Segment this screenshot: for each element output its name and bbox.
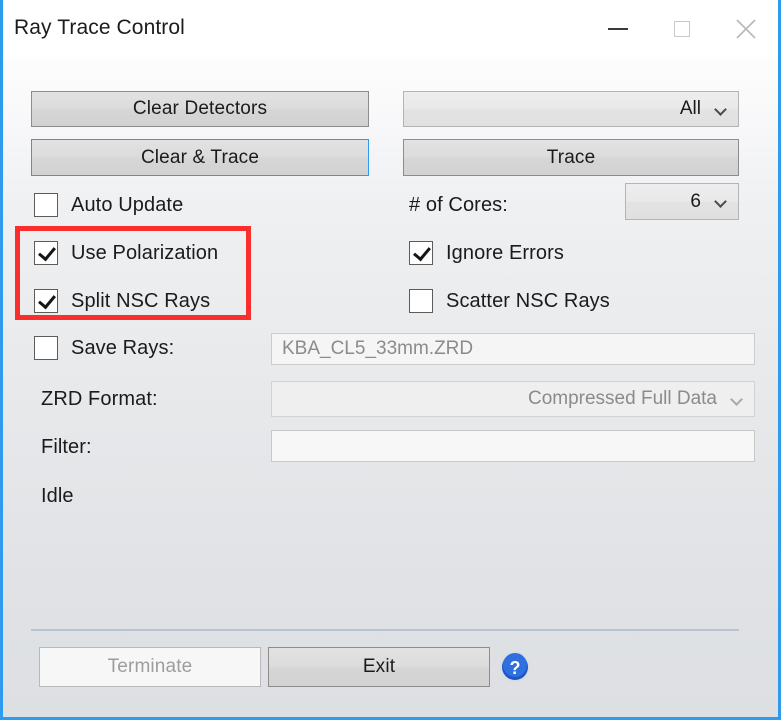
cores-dropdown[interactable]: 6 <box>625 183 739 220</box>
footer-separator <box>31 629 739 631</box>
status-text: Idle <box>41 485 74 507</box>
window-title: Ray Trace Control <box>14 16 185 39</box>
chevron-down-icon <box>731 395 744 404</box>
zrd-format-dropdown[interactable]: Compressed Full Data <box>271 381 755 417</box>
use-polarization-checkbox[interactable] <box>34 241 58 265</box>
minimize-icon <box>608 28 628 30</box>
filter-input[interactable] <box>271 430 755 462</box>
ignore-errors-label: Ignore Errors <box>446 241 565 264</box>
split-nsc-rays-checkbox-row[interactable]: Split NSC Rays <box>34 286 210 316</box>
save-rays-checkbox[interactable] <box>34 336 58 360</box>
cores-dropdown-value: 6 <box>690 190 701 212</box>
scatter-nsc-rays-checkbox-row[interactable]: Scatter NSC Rays <box>409 286 610 316</box>
help-button[interactable]: ? <box>499 651 531 683</box>
filter-label: Filter: <box>41 436 92 458</box>
split-nsc-rays-checkbox[interactable] <box>34 289 58 313</box>
dialog-body: Clear Detectors All Clear & Trace Trace … <box>3 58 778 717</box>
scatter-nsc-rays-checkbox[interactable] <box>409 289 433 313</box>
chevron-down-icon <box>715 197 728 206</box>
cores-label: # of Cores: <box>409 194 508 216</box>
zrd-format-label: ZRD Format: <box>41 388 158 410</box>
clear-detectors-button[interactable]: Clear Detectors <box>31 91 369 127</box>
split-nsc-rays-label: Split NSC Rays <box>71 289 211 312</box>
save-rays-label: Save Rays: <box>71 336 175 359</box>
ray-trace-control-window: Ray Trace Control Clear Detectors All Cl… <box>0 0 781 720</box>
maximize-icon <box>674 21 690 37</box>
maximize-button[interactable] <box>650 0 714 58</box>
scatter-nsc-rays-label: Scatter NSC Rays <box>446 289 610 312</box>
use-polarization-label: Use Polarization <box>71 241 219 264</box>
auto-update-checkbox[interactable] <box>34 193 58 217</box>
save-rays-filename-input[interactable]: KBA_CL5_33mm.ZRD <box>271 333 755 365</box>
title-bar: Ray Trace Control <box>3 0 778 58</box>
close-icon <box>736 19 756 39</box>
help-icon: ? <box>500 652 530 682</box>
zrd-format-value: Compressed Full Data <box>527 388 717 409</box>
ignore-errors-checkbox[interactable] <box>409 241 433 265</box>
use-polarization-checkbox-row[interactable]: Use Polarization <box>34 238 218 268</box>
close-button[interactable] <box>714 0 778 58</box>
trace-button[interactable]: Trace <box>403 139 739 176</box>
save-rays-checkbox-row[interactable]: Save Rays: <box>34 333 174 363</box>
caption-button-group <box>586 0 778 58</box>
scope-dropdown-value: All <box>679 98 701 119</box>
chevron-down-icon <box>715 105 728 114</box>
scope-dropdown[interactable]: All <box>403 91 739 127</box>
terminate-button[interactable]: Terminate <box>39 647 261 687</box>
ignore-errors-checkbox-row[interactable]: Ignore Errors <box>409 238 564 268</box>
svg-text:?: ? <box>510 658 521 678</box>
auto-update-checkbox-row[interactable]: Auto Update <box>34 190 183 220</box>
exit-button[interactable]: Exit <box>268 647 490 687</box>
clear-and-trace-button[interactable]: Clear & Trace <box>31 139 369 176</box>
minimize-button[interactable] <box>586 0 650 58</box>
auto-update-label: Auto Update <box>71 193 184 216</box>
